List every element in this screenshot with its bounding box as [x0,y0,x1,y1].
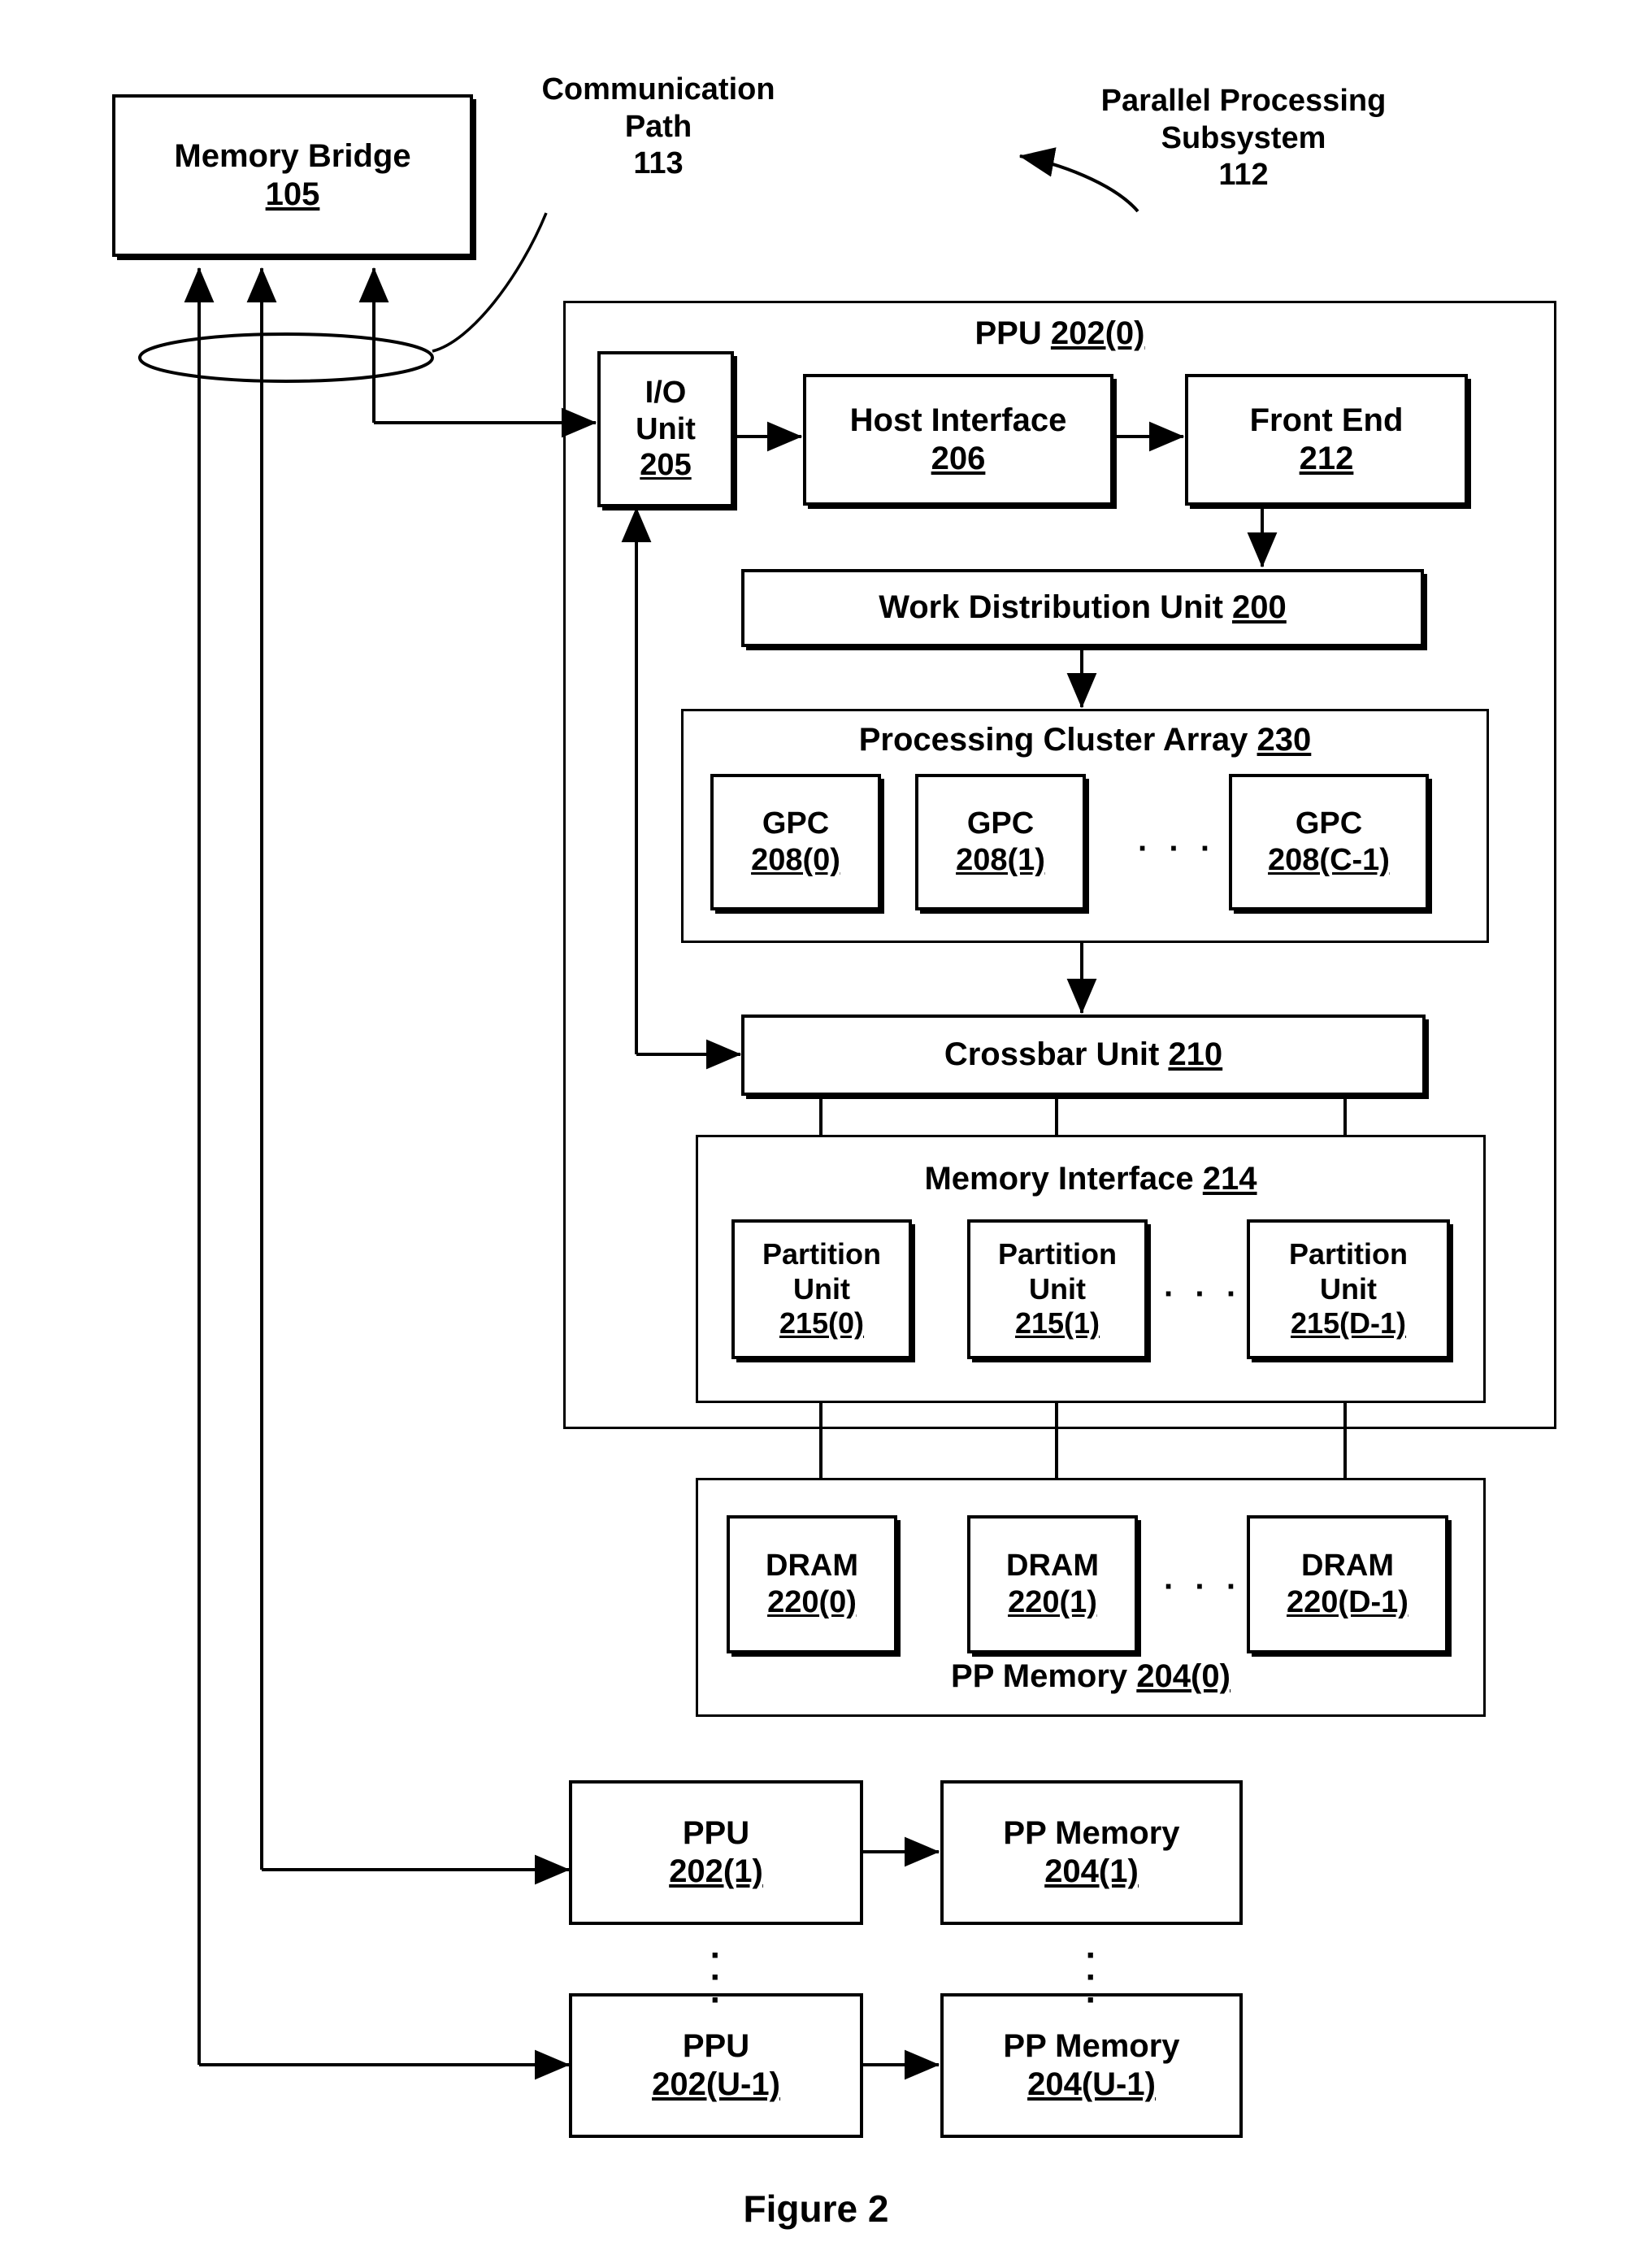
memory-interface-title: Memory Interface 214 [696,1161,1486,1197]
pps-line1: Parallel Processing [1100,84,1387,118]
ppu-1-box[interactable]: PPU 202(1) [569,1780,863,1925]
host-interface-label: Host Interface [849,402,1067,438]
partition-unit-ellipsis: · · · [1164,1276,1244,1312]
gpc-1-label: GPC [966,806,1035,841]
pp-memory-u-number: 204(U-1) [1027,2066,1156,2102]
partition-unit-0-number: 215(0) [779,1306,865,1340]
dram-1-number: 220(1) [1008,1585,1097,1619]
work-distribution-unit-label: Work Distribution Unit [879,589,1223,626]
work-distribution-unit-text: Work Distribution Unit 200 [879,589,1287,627]
io-unit-box[interactable]: I/O Unit 205 [597,351,734,507]
pp-memory-1-number: 204(1) [1044,1853,1139,1889]
partition-unit-box-1[interactable]: Partition Unit 215(1) [967,1219,1148,1359]
gpc-ellipsis: · · · [1138,831,1217,867]
crossbar-unit-number: 210 [1168,1036,1223,1073]
partition-unit-2-line1: Partition [1288,1237,1408,1271]
pp-memory-1-label: PP Memory [1003,1814,1180,1851]
crossbar-unit-box[interactable]: Crossbar Unit 210 [741,1015,1426,1096]
gpc-2-label: GPC [1295,806,1363,841]
crossbar-unit-label: Crossbar Unit [944,1036,1160,1073]
processing-cluster-array-title: Processing Cluster Array 230 [681,722,1489,758]
ppu-u-label: PPU [682,2027,750,2064]
dram-ellipsis: · · · [1164,1569,1244,1605]
dram-2-label: DRAM [1301,1549,1394,1584]
partition-unit-0-line1: Partition [762,1237,881,1271]
pp-memory-1-box[interactable]: PP Memory 204(1) [940,1780,1243,1925]
gpc-box-0[interactable]: GPC 208(0) [710,774,881,910]
dram-0-number: 220(0) [767,1585,857,1619]
gpc-1-number: 208(1) [956,843,1045,877]
ppu-0-title-label: PPU [974,315,1042,351]
partition-unit-0-line2: Unit [793,1271,850,1306]
memory-interface-label: Memory Interface [924,1161,1194,1197]
communication-path-line1: Communication [541,72,775,106]
pp-memory-0-title: PP Memory 204(0) [696,1658,1486,1695]
dram-box-0[interactable]: DRAM 220(0) [727,1515,897,1653]
pps-number: 112 [1218,158,1269,193]
gpc-2-number: 208(C-1) [1268,843,1390,877]
dram-2-number: 220(D-1) [1287,1585,1408,1619]
communication-path-caption: Communication Path 113 [496,72,821,183]
io-unit-number: 205 [640,448,692,483]
partition-unit-2-line2: Unit [1320,1271,1377,1306]
gpc-box-1[interactable]: GPC 208(1) [915,774,1086,910]
host-interface-number: 206 [931,441,986,476]
processing-cluster-array-number: 230 [1257,722,1312,758]
io-unit-line1: I/O [645,375,687,410]
pp-memory-0-number: 204(0) [1136,1658,1231,1694]
front-end-label: Front End [1249,402,1404,438]
memory-bridge-box[interactable]: Memory Bridge 105 [112,94,473,257]
gpc-0-label: GPC [762,806,830,841]
io-unit-line2: Unit [636,411,696,446]
figure-caption: Figure 2 [743,2188,889,2230]
parallel-processing-subsystem-caption: Parallel Processing Subsystem 112 [1016,83,1471,194]
ppu-1-label: PPU [682,1814,750,1851]
ppu-vertical-ellipsis: · · · [710,1936,723,2020]
partition-unit-box-2[interactable]: Partition Unit 215(D-1) [1247,1219,1450,1359]
dram-box-1[interactable]: DRAM 220(1) [967,1515,1138,1653]
communication-path-number: 113 [633,146,684,181]
partition-unit-2-number: 215(D-1) [1290,1306,1407,1340]
communication-path-line2: Path [624,109,692,144]
ppu-1-number: 202(1) [669,1853,763,1889]
pps-line2: Subsystem [1161,120,1326,155]
gpc-box-2[interactable]: GPC 208(C-1) [1229,774,1429,910]
processing-cluster-array-label: Processing Cluster Array [858,722,1248,758]
pp-memory-0-label: PP Memory [951,1658,1128,1694]
partition-unit-1-line2: Unit [1029,1271,1086,1306]
partition-unit-box-0[interactable]: Partition Unit 215(0) [731,1219,912,1359]
partition-unit-1-line1: Partition [997,1237,1117,1271]
ppu-0-title-number: 202(0) [1050,315,1145,351]
work-distribution-unit-box[interactable]: Work Distribution Unit 200 [741,569,1424,647]
dram-0-label: DRAM [766,1549,858,1584]
figure-canvas: Memory Bridge 105 Communication Path 113… [0,0,1632,2268]
ppu-0-title: PPU 202(0) [563,315,1556,352]
host-interface-box[interactable]: Host Interface 206 [803,374,1113,506]
dram-box-2[interactable]: DRAM 220(D-1) [1247,1515,1448,1653]
dram-1-label: DRAM [1006,1549,1099,1584]
memory-bridge-number: 105 [265,176,320,212]
pp-memory-vertical-ellipsis: · · · [1085,1936,1098,2020]
memory-interface-number: 214 [1202,1161,1257,1197]
memory-bridge-label: Memory Bridge [174,137,411,174]
ppu-u-number: 202(U-1) [652,2066,780,2102]
pp-memory-u-label: PP Memory [1003,2027,1180,2064]
partition-unit-1-number: 215(1) [1014,1306,1100,1340]
front-end-number: 212 [1299,441,1354,476]
crossbar-unit-text: Crossbar Unit 210 [944,1036,1222,1074]
front-end-box[interactable]: Front End 212 [1185,374,1468,506]
gpc-0-number: 208(0) [751,843,840,877]
work-distribution-unit-number: 200 [1232,589,1287,626]
